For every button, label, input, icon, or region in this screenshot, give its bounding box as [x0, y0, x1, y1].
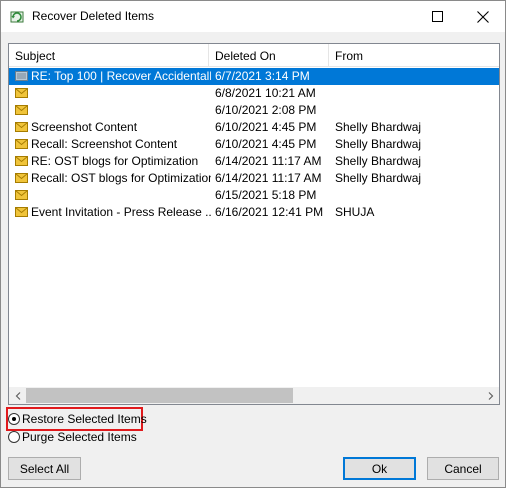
deleted-on-cell: 6/16/2021 12:41 PM — [215, 205, 324, 219]
purge-selected-label: Purge Selected Items — [22, 430, 137, 444]
recover-deleted-items-dialog: Recover Deleted Items Subject Deleted On… — [0, 0, 506, 488]
from-cell — [335, 68, 495, 85]
title-bar: Recover Deleted Items — [1, 1, 505, 32]
subject-text: Recall: OST blogs for Optimization — [31, 171, 211, 185]
deleted-on-cell: 6/14/2021 11:17 AM — [215, 154, 322, 168]
list-row[interactable]: Screenshot Content 6/10/2021 4:45 PM Shell… — [9, 119, 499, 136]
mail-icon — [15, 88, 28, 98]
maximize-button[interactable] — [414, 1, 460, 32]
from-cell: Shelly Bhardwaj — [335, 171, 422, 185]
ok-button[interactable]: Ok — [343, 457, 416, 480]
cancel-button[interactable]: Cancel — [427, 457, 499, 480]
subject-cell: RE: OST blogs for Optimization — [15, 153, 211, 170]
deleted-on-cell: 6/10/2021 4:45 PM — [215, 120, 317, 134]
radio-selected-dot — [12, 417, 16, 421]
list-row[interactable]: Recall: Screenshot Content 6/10/2021 4:45… — [9, 136, 499, 153]
list-row[interactable]: 6/10/2021 2:08 PM — [9, 102, 499, 119]
recover-items-icon — [10, 11, 24, 23]
scrollbar-thumb[interactable] — [26, 388, 293, 403]
scroll-left-button[interactable] — [9, 387, 26, 404]
subject-cell — [15, 187, 211, 204]
from-cell: Shelly Bhardwaj — [335, 154, 422, 168]
subject-text: RE: OST blogs for Optimization — [31, 154, 199, 168]
deleted-on-cell: 6/10/2021 2:08 PM — [215, 103, 317, 117]
subject-cell — [15, 85, 211, 102]
deleted-on-cell: 6/15/2021 5:18 PM — [215, 188, 317, 202]
subject-cell: Event Invitation - Press Release ... — [15, 204, 211, 221]
chevron-right-icon — [488, 391, 493, 400]
subject-text: RE: Top 100 | Recover Accidentall... — [31, 69, 211, 83]
list-row[interactable]: Recall: OST blogs for Optimization 6/14/2… — [9, 170, 499, 187]
meeting-icon — [15, 71, 28, 81]
mail-icon — [15, 122, 28, 132]
from-cell: Shelly Bhardwaj — [335, 137, 422, 151]
list-row[interactable]: 6/15/2021 5:18 PM — [9, 187, 499, 204]
from-cell — [335, 187, 495, 204]
subject-cell — [15, 102, 211, 119]
horizontal-scrollbar[interactable] — [9, 387, 499, 404]
mail-icon — [15, 139, 28, 149]
list-row[interactable]: Event Invitation - Press Release ... 6/16… — [9, 204, 499, 221]
subject-text: Event Invitation - Press Release ... — [31, 205, 211, 219]
select-all-button[interactable]: Select All — [8, 457, 81, 480]
subject-text: Recall: Screenshot Content — [31, 137, 178, 151]
subject-cell: Recall: OST blogs for Optimization — [15, 170, 211, 187]
from-cell — [335, 102, 495, 119]
radio-button — [8, 431, 20, 443]
mail-icon — [15, 190, 28, 200]
close-icon — [477, 10, 489, 23]
deleted-on-cell: 6/10/2021 4:45 PM — [215, 137, 317, 151]
mail-icon — [15, 173, 28, 183]
mail-icon — [15, 207, 28, 217]
deleted-on-cell: 6/7/2021 3:14 PM — [215, 69, 310, 83]
column-header-deleted-on[interactable]: Deleted On — [209, 44, 329, 67]
list-row[interactable]: RE: Top 100 | Recover Accidentall... 6/7/… — [9, 68, 499, 85]
subject-cell: RE: Top 100 | Recover Accidentall... — [15, 68, 211, 85]
subject-text: Screenshot Content — [31, 120, 138, 134]
restore-selected-label: Restore Selected Items — [22, 412, 147, 426]
mail-icon — [15, 156, 28, 166]
from-cell — [335, 85, 495, 102]
column-header-from[interactable]: From — [329, 44, 499, 67]
subject-cell: Recall: Screenshot Content — [15, 136, 211, 153]
deleted-on-cell: 6/8/2021 10:21 AM — [215, 86, 316, 100]
radio-button — [8, 413, 20, 425]
deleted-on-cell: 6/14/2021 11:17 AM — [215, 171, 322, 185]
chevron-left-icon — [15, 391, 20, 400]
from-cell: Shelly Bhardwaj — [335, 120, 422, 134]
deleted-items-list[interactable]: Subject Deleted On From RE: Top 100 | Re… — [8, 43, 500, 405]
column-header-subject[interactable]: Subject — [9, 44, 209, 67]
list-row[interactable]: RE: OST blogs for Optimization 6/14/2021 … — [9, 153, 499, 170]
list-row[interactable]: 6/8/2021 10:21 AM — [9, 85, 499, 102]
window-title: Recover Deleted Items — [32, 9, 155, 23]
close-button[interactable] — [460, 1, 506, 32]
maximize-icon — [431, 11, 443, 22]
scroll-right-button[interactable] — [482, 387, 499, 404]
subject-cell: Screenshot Content — [15, 119, 211, 136]
from-cell: SHUJA — [335, 205, 375, 219]
list-header: Subject Deleted On From — [9, 44, 499, 67]
mail-icon — [15, 105, 28, 115]
